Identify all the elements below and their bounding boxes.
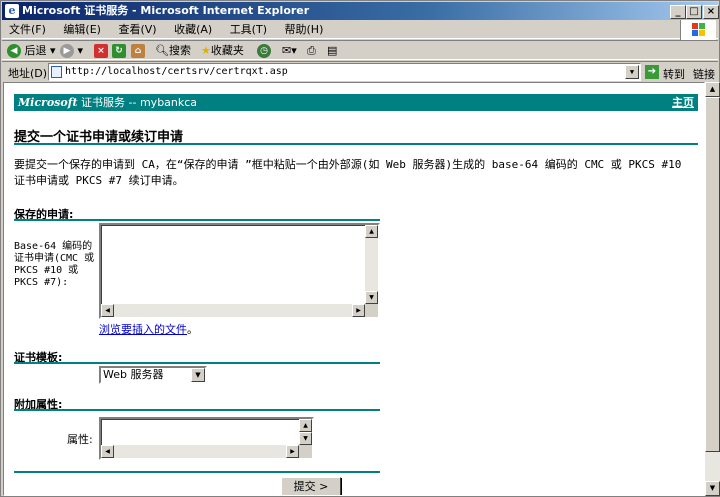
back-button[interactable]: ◀ 后退 ▾ (7, 43, 56, 59)
menu-tools[interactable]: 工具(T) (223, 21, 274, 39)
menu-help[interactable]: 帮助(H) (278, 21, 331, 39)
ie-window: e Microsoft 证书服务 - Microsoft Internet Ex… (0, 0, 720, 497)
address-bar: 地址(D) http://localhost/certsrv/certrqxt.… (2, 61, 718, 81)
menu-file[interactable]: 文件(F) (2, 21, 53, 39)
history-button[interactable]: ◷ (257, 43, 271, 59)
printer-icon: ⎙ (307, 44, 316, 57)
browse-file-link[interactable]: 浏览要插入的文件。 (99, 321, 198, 337)
header-brand: Microsoft (18, 96, 78, 109)
history-icon: ◷ (257, 44, 271, 58)
mail-button[interactable]: ✉▾ (282, 43, 297, 59)
title-divider (14, 143, 698, 145)
windows-logo-icon (680, 20, 716, 40)
template-divider (14, 362, 380, 364)
toolbar: ◀ 后退 ▾ ▶ ▾ × ↻ ⌂ 🔍︎搜索 ★收藏夹 ◷ ✉▾ ⎙ ▤ (2, 40, 718, 60)
minimize-button[interactable]: _ (670, 5, 686, 19)
attr-scroll-down-icon[interactable]: ▼ (299, 432, 312, 445)
edit-page-icon: ▤ (327, 44, 338, 57)
scroll-down-icon[interactable]: ▼ (365, 291, 378, 304)
textarea-horizontal-scrollbar[interactable]: ◀ ▶ (101, 304, 365, 317)
forward-button[interactable]: ▶ ▾ (60, 43, 83, 59)
attributes-textarea[interactable]: ▲ ▼ ◀ ▶ (99, 417, 314, 460)
window-title: Microsoft 证书服务 - Microsoft Internet Expl… (22, 4, 310, 17)
mail-icon: ✉ (282, 44, 292, 57)
search-icon: 🔍︎ (155, 44, 169, 57)
stop-button[interactable]: × (94, 43, 108, 59)
attr-scroll-up-icon[interactable]: ▲ (299, 419, 312, 432)
page-scroll-thumb[interactable] (705, 97, 720, 452)
page-header: Microsoft 证书服务 -- mybankca 主页 (14, 94, 698, 111)
template-value: Web 服务器 (103, 368, 164, 381)
go-arrow-icon[interactable]: ➔ (645, 65, 659, 79)
attributes-corner (299, 445, 312, 458)
page-scroll-up-icon[interactable]: ▲ (705, 82, 720, 97)
home-link[interactable]: 主页 (672, 94, 694, 111)
scroll-up-icon[interactable]: ▲ (365, 225, 378, 238)
address-dropdown-button[interactable]: ▼ (625, 65, 639, 79)
header-text: 证书服务 -- mybankca (81, 96, 198, 109)
menu-view[interactable]: 查看(V) (111, 21, 163, 39)
textarea-vertical-scrollbar[interactable]: ▲ ▼ (365, 225, 378, 304)
home-button[interactable]: ⌂ (131, 43, 145, 59)
forward-arrow-icon: ▶ (60, 44, 74, 58)
close-button[interactable]: × (703, 5, 719, 19)
menu-edit[interactable]: 编辑(E) (56, 21, 108, 39)
refresh-icon: ↻ (112, 44, 126, 58)
template-select[interactable]: Web 服务器 ▼ (99, 366, 207, 384)
star-icon: ★ (201, 44, 211, 57)
back-arrow-icon: ◀ (7, 44, 21, 58)
title-bar: e Microsoft 证书服务 - Microsoft Internet Ex… (2, 2, 719, 20)
go-button[interactable]: 转到 (663, 66, 685, 82)
address-label: 地址(D) (8, 67, 48, 80)
saved-request-divider (14, 219, 380, 221)
maximize-button[interactable]: □ (686, 5, 702, 19)
attributes-label: 属性: (67, 433, 93, 446)
page-vertical-scrollbar[interactable]: ▲ ▼ (705, 82, 720, 496)
address-input[interactable]: http://localhost/certsrv/certrqxt.asp ▼ (48, 63, 641, 81)
scroll-right-icon[interactable]: ▶ (352, 304, 365, 317)
favorites-button[interactable]: ★收藏夹 (201, 43, 244, 59)
submit-divider (14, 471, 380, 473)
textarea-corner (365, 304, 378, 317)
page-scroll-down-icon[interactable]: ▼ (705, 481, 720, 496)
page-content: Microsoft 证书服务 -- mybankca 主页 提交一个证书申请或续… (3, 82, 705, 496)
address-url: http://localhost/certsrv/certrqxt.asp (65, 66, 288, 77)
edit-button[interactable]: ▤ (327, 43, 337, 59)
intro-text: 要提交一个保存的申请到 CA，在“保存的申请 ”框中粘贴一个由外部源(如 Web… (14, 158, 682, 187)
home-icon: ⌂ (131, 44, 145, 58)
scroll-left-icon[interactable]: ◀ (101, 304, 114, 317)
menu-favorites[interactable]: 收藏(A) (167, 21, 219, 39)
attr-scroll-left-icon[interactable]: ◀ (101, 445, 114, 458)
submit-button[interactable]: 提交 > (281, 477, 341, 495)
print-button[interactable]: ⎙ (307, 43, 316, 59)
attributes-divider (14, 409, 380, 411)
stop-icon: × (94, 44, 108, 58)
attributes-horizontal-scrollbar[interactable]: ◀ ▶ (101, 445, 299, 458)
saved-request-label: Base-64 编码的证书申请(CMC 或 PKCS #10 或 PKCS #7… (14, 241, 95, 288)
search-button[interactable]: 🔍︎搜索 (155, 43, 191, 59)
saved-request-textarea[interactable]: ▲ ▼ ◀ ▶ (99, 223, 380, 319)
links-button[interactable]: 链接 (693, 66, 715, 82)
attr-scroll-right-icon[interactable]: ▶ (286, 445, 299, 458)
attributes-vertical-scrollbar[interactable]: ▲ ▼ (299, 419, 312, 445)
chevron-down-icon[interactable]: ▼ (191, 368, 205, 382)
menu-bar: 文件(F) 编辑(E) 查看(V) 收藏(A) 工具(T) 帮助(H) (2, 21, 718, 39)
refresh-button[interactable]: ↻ (112, 43, 126, 59)
ie-icon: e (5, 4, 19, 18)
page-icon (51, 66, 62, 78)
